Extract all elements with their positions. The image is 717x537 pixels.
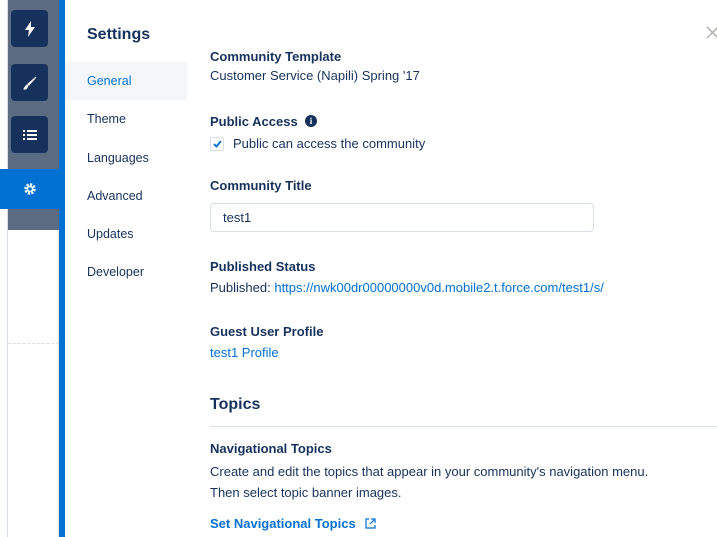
published-url-link[interactable]: https://nwk00dr00000000v0d.mobile2.t.for…	[274, 280, 604, 295]
nav-item-updates[interactable]: Updates	[65, 215, 187, 253]
external-link-icon	[365, 518, 376, 529]
brush-icon	[22, 76, 36, 89]
builder-toolbar	[0, 0, 59, 537]
public-access-checkbox-label[interactable]: Public can access the community	[233, 136, 425, 151]
gear-icon	[23, 183, 36, 195]
public-access-label: Public Access	[210, 114, 298, 129]
published-status-value: Published: https://nwk00dr00000000v0d.mo…	[210, 280, 604, 295]
components-button[interactable]	[11, 10, 48, 47]
settings-button[interactable]	[0, 169, 59, 209]
navigational-topics-desc-line1: Create and edit the topics that appear i…	[210, 464, 649, 479]
published-status-label: Published Status	[210, 259, 316, 274]
canvas-divider	[8, 343, 59, 344]
section-divider	[210, 426, 717, 427]
settings-nav: Settings General Theme Languages Advance…	[65, 0, 187, 537]
community-template-value: Customer Service (Napili) Spring '17	[210, 68, 420, 83]
page-structure-button[interactable]	[11, 116, 48, 153]
nav-item-advanced[interactable]: Advanced	[65, 177, 187, 215]
community-title-label: Community Title	[210, 178, 312, 193]
lightning-icon	[24, 20, 35, 37]
nav-item-languages[interactable]: Languages	[65, 139, 187, 177]
checkmark-icon	[212, 140, 222, 148]
nav-item-theme[interactable]: Theme	[65, 100, 187, 138]
list-icon	[22, 129, 37, 140]
topics-section-title: Topics	[210, 396, 261, 413]
canvas-edge	[0, 0, 8, 537]
navigational-topics-label: Navigational Topics	[210, 441, 332, 456]
published-prefix: Published:	[210, 280, 271, 295]
navigational-topics-desc-line2: Then select topic banner images.	[210, 485, 402, 500]
set-navigational-topics-label: Set Navigational Topics	[210, 516, 356, 531]
info-icon[interactable]: i	[305, 115, 317, 127]
theme-button[interactable]	[11, 64, 48, 101]
nav-item-general[interactable]: General	[65, 62, 187, 100]
settings-title: Settings	[87, 26, 151, 43]
nav-item-developer[interactable]: Developer	[65, 253, 187, 291]
community-template-label: Community Template	[210, 49, 342, 64]
guest-profile-link[interactable]: test1 Profile	[210, 345, 279, 360]
set-navigational-topics-button[interactable]: Set Navigational Topics	[210, 516, 376, 531]
community-title-input[interactable]	[210, 203, 594, 232]
public-access-checkbox[interactable]	[210, 137, 224, 151]
close-icon[interactable]	[706, 26, 717, 39]
guest-profile-label: Guest User Profile	[210, 324, 324, 339]
